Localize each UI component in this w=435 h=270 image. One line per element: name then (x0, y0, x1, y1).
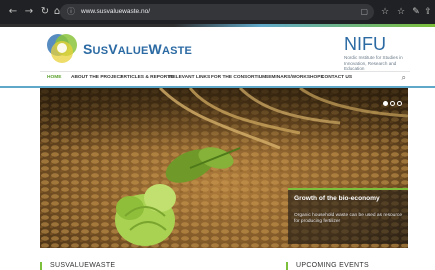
logo-letter: V (108, 41, 118, 57)
site-logo-text[interactable]: SUSVALUEWASTE (83, 41, 192, 57)
logo-letter: W (148, 41, 162, 57)
logo-letters: US (92, 45, 109, 57)
logo-letters: ASTE (161, 45, 193, 57)
nav-item-links[interactable]: RELEVANT LINKS (169, 75, 210, 80)
nav-item-articles[interactable]: ARTICLES & REPORTS (120, 75, 173, 80)
reload-icon[interactable]: ↻ (38, 5, 52, 19)
hero-caption-text: Organic household waste can be used as r… (294, 213, 402, 224)
nav-item-home[interactable]: HOME (47, 75, 61, 80)
section-accent-bar (286, 262, 288, 270)
forward-icon[interactable]: → (22, 5, 36, 19)
url-text[interactable]: www.susvaluewaste.no/ (81, 7, 150, 17)
main-navigation: HOME ABOUT THE PROJECT ARTICLES & REPORT… (40, 71, 410, 85)
slider-dot[interactable] (390, 101, 395, 106)
favorites-icon[interactable]: ☆ (394, 5, 408, 19)
browser-toolbar: ← → ↻ ⌂ ⓘ www.susvaluewaste.no/ ▢ ☆ ☆ ✎ … (0, 0, 435, 24)
nav-item-consortium[interactable]: FOR THE CONSORTIUM (211, 75, 266, 80)
back-icon[interactable]: ← (6, 5, 20, 19)
hero-slider[interactable]: Growth of the bio-economy Organic househ… (40, 88, 408, 248)
logo-mark-icon[interactable] (44, 31, 80, 65)
search-icon[interactable]: ⌕ (402, 73, 406, 83)
partner-logo-title[interactable]: NIFU (344, 34, 386, 55)
section-heading-about: SUSVALUEWASTE (50, 262, 116, 269)
section-heading-events: UPCOMING EVENTS (296, 262, 369, 269)
site-header: SUSVALUEWASTE NIFU Nordic Institute for … (0, 27, 435, 71)
section-accent-bar (40, 262, 42, 270)
partner-logo-subtitle: Nordic Institute for Studies in Innovati… (344, 55, 403, 71)
logo-letters: ALUE (117, 45, 149, 57)
hero-caption: Growth of the bio-economy Organic househ… (288, 188, 408, 244)
reading-view-icon[interactable]: ▢ (360, 7, 368, 17)
slider-dots (381, 93, 402, 111)
hero-caption-title[interactable]: Growth of the bio-economy (294, 195, 402, 202)
nav-item-about[interactable]: ABOUT THE PROJECT (71, 75, 123, 80)
slider-dot[interactable] (383, 101, 388, 106)
nav-item-contact[interactable]: CONTACT US (321, 75, 352, 80)
address-bar[interactable]: ⓘ www.susvaluewaste.no/ ▢ (60, 4, 374, 20)
slider-dot[interactable] (397, 101, 402, 106)
share-icon[interactable]: ⇪ (421, 5, 435, 19)
star-icon[interactable]: ☆ (378, 5, 392, 19)
logo-letter: S (83, 41, 93, 57)
info-icon[interactable]: ⓘ (66, 7, 76, 17)
nav-item-seminars[interactable]: SEMINARS/WORKSHOPS (265, 75, 324, 80)
